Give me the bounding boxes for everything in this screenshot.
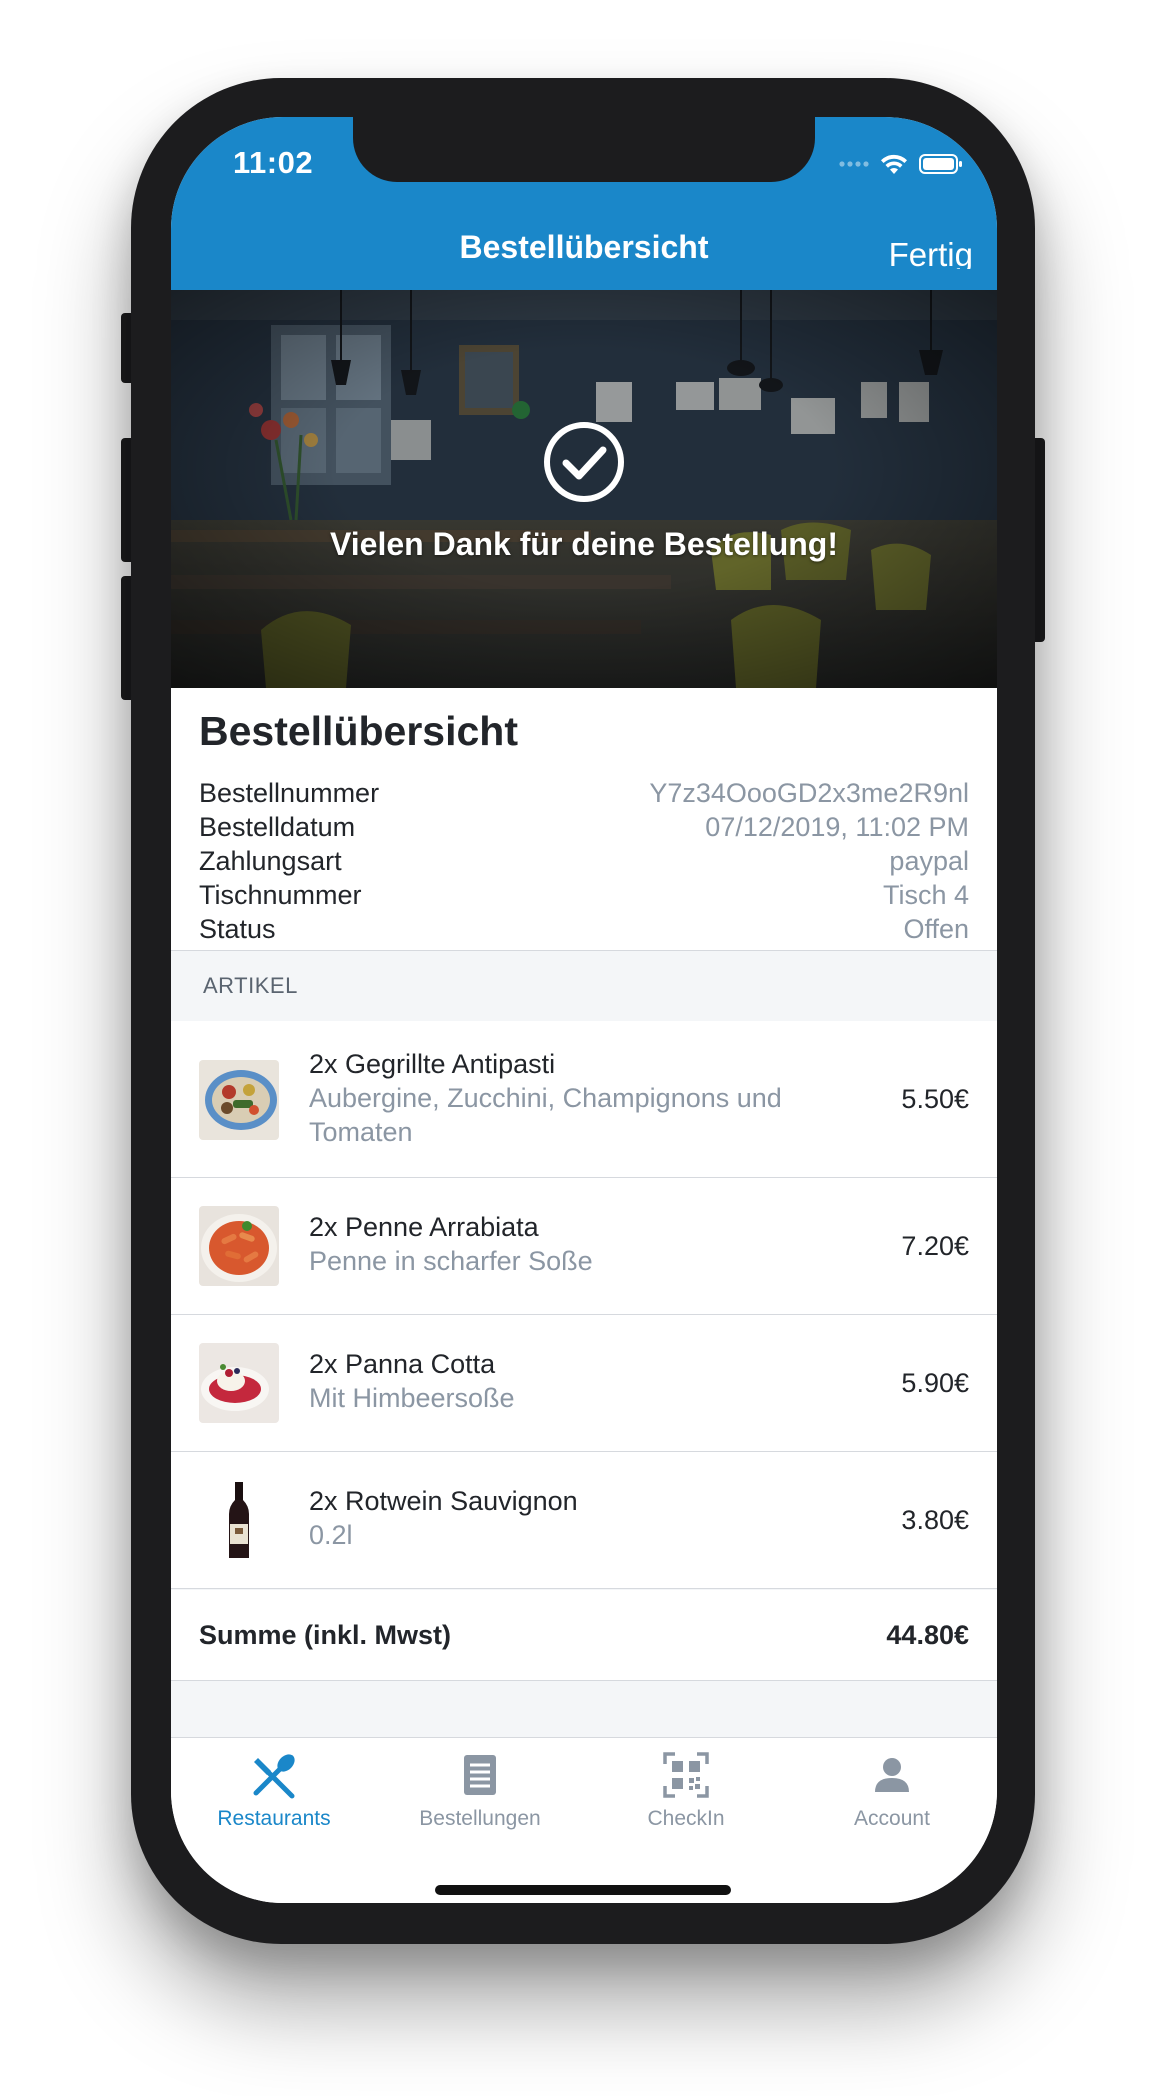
item-price: 3.80€ xyxy=(901,1505,969,1535)
status-time: 11:02 xyxy=(233,145,314,180)
order-total: Summe (inkl. Mwst) 44.80€ xyxy=(171,1590,997,1681)
receipt-icon xyxy=(464,1755,496,1795)
total-amount: 44.80€ xyxy=(886,1620,969,1650)
done-button[interactable]: Fertig xyxy=(889,235,973,269)
tab-label: Account xyxy=(854,1807,930,1830)
order-summary: Bestellübersicht Bestellnummer Y7z34OooG… xyxy=(171,688,997,951)
summary-label: Bestelldatum xyxy=(199,812,356,842)
summary-row-table: Tischnummer Tisch 4 xyxy=(199,880,969,911)
summary-label: Status xyxy=(199,914,276,944)
tab-label: Bestellungen xyxy=(419,1807,541,1830)
tab-account[interactable]: Account xyxy=(789,1738,995,1848)
wifi-icon xyxy=(881,154,907,174)
item-description: Aubergine, Zucchini, Champignons und Tom… xyxy=(309,1083,782,1147)
order-item[interactable]: 2x Gegrillte Antipasti Aubergine, Zucchi… xyxy=(171,1021,997,1178)
user-icon xyxy=(875,1758,909,1792)
nav-title: Bestellübersicht xyxy=(459,229,709,265)
panna-cotta-image xyxy=(199,1343,279,1423)
item-description: Penne in scharfer Soße xyxy=(309,1246,593,1276)
grilled-vegetables-image xyxy=(199,1060,279,1140)
device-notch xyxy=(353,117,815,182)
tab-checkin[interactable]: CheckIn xyxy=(583,1738,789,1848)
item-name: 2x Penne Arrabiata xyxy=(309,1212,539,1242)
order-item[interactable]: 2x Rotwein Sauvignon 0.2l 3.80€ xyxy=(171,1452,997,1589)
battery-icon xyxy=(919,154,962,174)
item-description: Mit Himbeersoße xyxy=(309,1383,515,1413)
tab-restaurants[interactable]: Restaurants xyxy=(171,1738,377,1848)
tab-label: CheckIn xyxy=(647,1807,725,1830)
item-name: 2x Gegrillte Antipasti xyxy=(309,1049,556,1079)
summary-value: Offen xyxy=(903,914,969,944)
summary-title: Bestellübersicht xyxy=(199,708,518,754)
summary-value: 07/12/2019, 11:02 PM xyxy=(705,812,969,842)
restaurant-hero-image: Vielen Dank für deine Bestellung! xyxy=(171,290,997,688)
summary-label: Tischnummer xyxy=(199,880,362,910)
summary-value: Tisch 4 xyxy=(882,880,969,910)
phone-screen: 11:02 Bestellübersicht Fertig Vielen Dan… xyxy=(171,117,997,1903)
item-description: 0.2l xyxy=(309,1520,353,1550)
order-item[interactable]: 2x Panna Cotta Mit Himbeersoße 5.90€ xyxy=(171,1315,997,1452)
status-icons xyxy=(839,153,963,175)
summary-label: Bestellnummer xyxy=(199,778,380,808)
checkmark-circle-icon xyxy=(544,422,624,502)
wine-bottle-image xyxy=(199,1480,279,1560)
penne-pasta-image xyxy=(199,1206,279,1286)
item-name: 2x Panna Cotta xyxy=(309,1349,496,1379)
summary-row-order-number: Bestellnummer Y7z34OooGD2x3me2R9nl xyxy=(199,778,969,809)
summary-value: paypal xyxy=(889,846,969,876)
qr-code-icon xyxy=(663,1752,709,1798)
summary-row-payment: Zahlungsart paypal xyxy=(199,846,969,877)
item-name: 2x Rotwein Sauvignon xyxy=(309,1486,578,1516)
item-price: 5.90€ xyxy=(901,1368,969,1398)
item-price: 5.50€ xyxy=(901,1084,969,1114)
order-items-list: 2x Gegrillte Antipasti Aubergine, Zucchi… xyxy=(171,1021,997,1589)
items-section-header: ARTIKEL xyxy=(203,973,298,998)
signal-icon xyxy=(839,161,869,167)
summary-value: Y7z34OooGD2x3me2R9nl xyxy=(649,778,969,808)
navigation-bar: 11:02 Bestellübersicht Fertig xyxy=(171,117,997,290)
item-price: 7.20€ xyxy=(901,1231,969,1261)
summary-row-status: Status Offen xyxy=(199,914,969,945)
tab-orders[interactable]: Bestellungen xyxy=(377,1738,583,1848)
tab-label: Restaurants xyxy=(217,1807,331,1830)
summary-row-order-date: Bestelldatum 07/12/2019, 11:02 PM xyxy=(199,812,969,843)
home-indicator xyxy=(435,1885,731,1895)
confirmation-message: Vielen Dank für deine Bestellung! xyxy=(330,526,838,562)
tab-bar: Restaurants Bestellungen CheckIn Account xyxy=(171,1737,997,1903)
order-item[interactable]: 2x Penne Arrabiata Penne in scharfer Soß… xyxy=(171,1178,997,1315)
fork-spoon-icon xyxy=(253,1754,295,1799)
summary-label: Zahlungsart xyxy=(199,846,342,876)
total-label: Summe (inkl. Mwst) xyxy=(199,1620,452,1650)
